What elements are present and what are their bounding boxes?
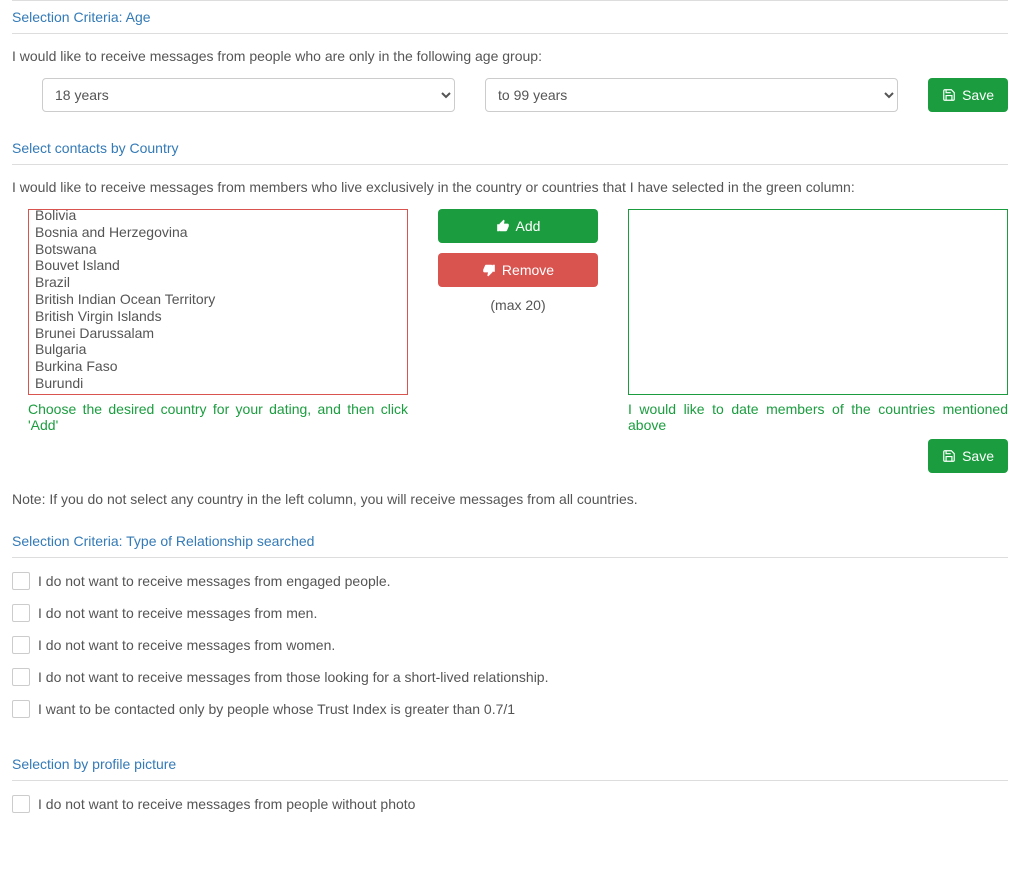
save-age-button[interactable]: Save: [928, 78, 1008, 112]
country-option[interactable]: Brazil: [35, 274, 401, 291]
section-header-photo: Selection by profile picture: [12, 748, 1008, 781]
thumbs-down-icon: [482, 263, 496, 277]
checkbox-relationship-0[interactable]: [12, 572, 30, 590]
country-option[interactable]: Burundi: [35, 375, 401, 392]
country-option[interactable]: Bolivia: [35, 209, 401, 224]
checkbox-no-photo-label: I do not want to receive messages from p…: [38, 796, 415, 812]
checkbox-no-photo[interactable]: [12, 795, 30, 813]
section-header-country: Select contacts by Country: [12, 132, 1008, 165]
available-countries-list[interactable]: BoliviaBosnia and HerzegovinaBotswanaBou…: [28, 209, 408, 395]
country-note: Note: If you do not select any country i…: [12, 491, 1008, 507]
selected-countries-list[interactable]: [628, 209, 1008, 395]
section-header-relationship: Selection Criteria: Type of Relationship…: [12, 525, 1008, 558]
selected-countries-hint: I would like to date members of the coun…: [628, 401, 1008, 433]
age-to-select[interactable]: to 99 years: [485, 78, 898, 112]
checkbox-relationship-2[interactable]: [12, 636, 30, 654]
country-option[interactable]: Bulgaria: [35, 341, 401, 358]
country-option[interactable]: British Indian Ocean Territory: [35, 291, 401, 308]
age-description: I would like to receive messages from pe…: [12, 48, 1008, 64]
country-description: I would like to receive messages from me…: [12, 179, 1008, 195]
checkbox-relationship-3[interactable]: [12, 668, 30, 686]
thumbs-up-icon: [496, 219, 510, 233]
checkbox-relationship-4[interactable]: [12, 700, 30, 718]
country-option[interactable]: Brunei Darussalam: [35, 325, 401, 342]
save-icon: [942, 88, 956, 102]
max-countries-note: (max 20): [438, 297, 598, 313]
checkbox-relationship-label-1: I do not want to receive messages from m…: [38, 605, 317, 621]
checkbox-relationship-label-4: I want to be contacted only by people wh…: [38, 701, 515, 717]
checkbox-relationship-label-2: I do not want to receive messages from w…: [38, 637, 335, 653]
checkbox-relationship-label-0: I do not want to receive messages from e…: [38, 573, 391, 589]
remove-country-button[interactable]: Remove: [438, 253, 598, 287]
save-icon: [942, 449, 956, 463]
add-country-button[interactable]: Add: [438, 209, 598, 243]
save-country-button[interactable]: Save: [928, 439, 1008, 473]
age-from-select[interactable]: 18 years: [42, 78, 455, 112]
country-option[interactable]: Bosnia and Herzegovina: [35, 224, 401, 241]
country-option[interactable]: Botswana: [35, 241, 401, 258]
available-countries-hint: Choose the desired country for your dati…: [28, 401, 408, 433]
country-option[interactable]: Bouvet Island: [35, 257, 401, 274]
checkbox-relationship-label-3: I do not want to receive messages from t…: [38, 669, 548, 685]
country-option[interactable]: British Virgin Islands: [35, 308, 401, 325]
checkbox-relationship-1[interactable]: [12, 604, 30, 622]
country-option[interactable]: Burkina Faso: [35, 358, 401, 375]
section-header-age: Selection Criteria: Age: [12, 0, 1008, 34]
